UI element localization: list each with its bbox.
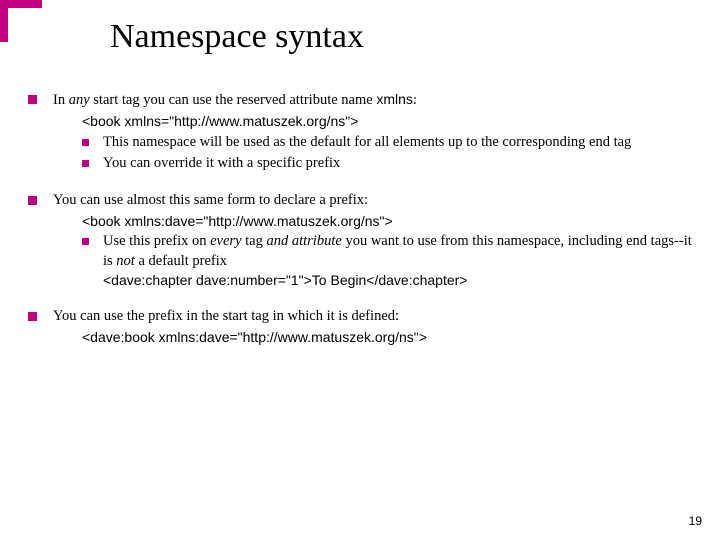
page-number: 19 (689, 514, 702, 528)
bullet-2a-text: Use this prefix on every tag and attribu… (103, 232, 692, 289)
bullet-icon (82, 238, 89, 245)
bullet-2a: Use this prefix on every tag and attribu… (82, 232, 692, 289)
b2a-post: a default prefix (135, 253, 227, 269)
bullet-3-codeblock: <dave:book xmlns:dave="http://www.matusz… (82, 328, 692, 346)
b1-pre: In (53, 92, 69, 108)
bullet-icon (28, 312, 37, 321)
b2a-em1: every (210, 233, 241, 249)
bullet-1-text: In any start tag you can use the reserve… (53, 90, 692, 110)
bullet-icon (28, 196, 37, 205)
b1-em: any (69, 92, 90, 108)
bullet-icon (28, 95, 37, 104)
b1-code-inline: xmlns (376, 91, 413, 107)
bullet-1: In any start tag you can use the reserve… (28, 90, 692, 110)
slide-body: In any start tag you can use the reserve… (28, 90, 692, 349)
b2a-pre: Use this prefix on (103, 233, 210, 249)
b1-tail: : (413, 92, 417, 108)
b1-post: start tag you can use the reserved attri… (90, 92, 377, 108)
bullet-2: You can use almost this same form to dec… (28, 191, 692, 210)
bullet-2-codeblock: <book xmlns:dave="http://www.matuszek.or… (82, 212, 692, 230)
bullet-icon (82, 160, 89, 167)
b2a-mid1: tag (242, 233, 267, 249)
bullet-3-text: You can use the prefix in the start tag … (53, 307, 692, 326)
b2a-em3: not (116, 253, 135, 269)
b2a-em2: and attribute (266, 233, 341, 249)
slide-title: Namespace syntax (110, 18, 364, 56)
bullet-icon (82, 139, 89, 146)
bullet-1b-text: You can override it with a specific pref… (103, 154, 692, 173)
corner-accent (0, 0, 42, 42)
bullet-1-codeblock: <book xmlns="http://www.matuszek.org/ns"… (82, 112, 692, 130)
bullet-3: You can use the prefix in the start tag … (28, 307, 692, 326)
bullet-1b: You can override it with a specific pref… (82, 154, 692, 173)
bullet-2-text: You can use almost this same form to dec… (53, 191, 692, 210)
bullet-1a-text: This namespace will be used as the defau… (103, 133, 692, 152)
bullet-2a-codeblock: <dave:chapter dave:number="1">To Begin</… (103, 271, 692, 289)
bullet-1a: This namespace will be used as the defau… (82, 133, 692, 152)
